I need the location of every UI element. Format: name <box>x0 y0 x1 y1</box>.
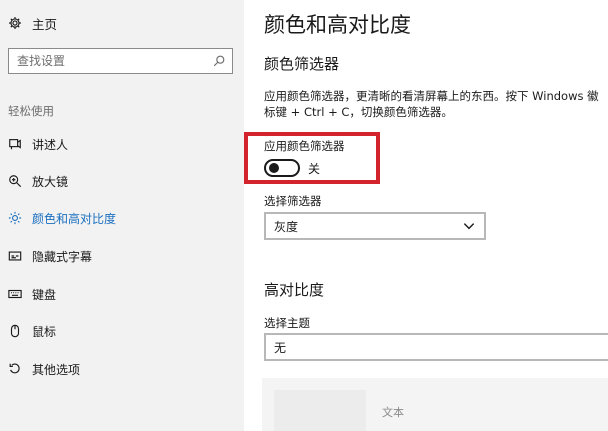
high-contrast-heading: 高对比度 <box>264 281 325 299</box>
search-icon[interactable] <box>212 54 226 68</box>
color-filter-toggle-row: 关 <box>264 159 320 177</box>
other-options-icon <box>8 362 22 376</box>
filter-select-value: 灰度 <box>274 219 299 234</box>
section-label: 轻松使用 <box>8 104 54 118</box>
search-box[interactable] <box>8 48 233 74</box>
sidebar-item-magnifier[interactable]: 放大镜 <box>8 170 68 192</box>
page-title: 颜色和高对比度 <box>264 13 411 37</box>
sidebar-item-label: 颜色和高对比度 <box>32 211 117 226</box>
select-theme-label: 选择主题 <box>264 316 310 330</box>
magnifier-icon <box>8 174 22 188</box>
closed-captions-icon <box>8 249 22 263</box>
sidebar: 主页 轻松使用 讲述人 <box>0 0 244 431</box>
filter-select[interactable]: 灰度 <box>264 212 486 240</box>
sidebar-item-closed-captions[interactable]: 隐藏式字幕 <box>8 245 92 267</box>
preview-swatch <box>274 390 366 431</box>
home-nav-item[interactable]: 主页 <box>8 12 57 34</box>
mouse-icon <box>8 324 22 338</box>
sidebar-item-narrator[interactable]: 讲述人 <box>8 133 68 155</box>
preview-text: 文本 <box>382 406 404 419</box>
description-line: 应用颜色筛选器，更清晰的看清屏幕上的东西。按下 Windows 徽 <box>264 89 599 103</box>
color-filter-toggle[interactable] <box>264 159 300 177</box>
toggle-state-text: 关 <box>308 161 321 176</box>
theme-preview: 文本 <box>262 378 608 431</box>
toggle-knob <box>269 163 279 173</box>
sidebar-item-color-contrast[interactable]: 颜色和高对比度 <box>8 207 116 229</box>
sidebar-item-label: 讲述人 <box>32 137 69 152</box>
color-filter-heading: 颜色筛选器 <box>264 55 340 73</box>
sidebar-item-label: 键盘 <box>32 287 57 302</box>
description-line: 标键 + Ctrl + C，切换颜色筛选器。 <box>264 105 453 119</box>
search-input[interactable] <box>17 54 197 68</box>
sidebar-item-label: 鼠标 <box>32 324 57 339</box>
color-filter-toggle-label: 应用颜色筛选器 <box>264 139 345 153</box>
sidebar-item-mouse[interactable]: 鼠标 <box>8 320 56 342</box>
theme-select[interactable]: 无 <box>264 333 608 361</box>
home-label: 主页 <box>32 16 58 32</box>
sidebar-item-label: 放大镜 <box>32 174 69 189</box>
color-brightness-icon <box>8 211 22 225</box>
color-filter-description: 应用颜色筛选器，更清晰的看清屏幕上的东西。按下 Windows 徽 标键 + C… <box>264 88 608 120</box>
chevron-down-icon <box>462 219 476 233</box>
keyboard-icon <box>8 287 22 301</box>
sidebar-item-other-options[interactable]: 其他选项 <box>8 358 80 380</box>
sidebar-item-label: 隐藏式字幕 <box>32 249 93 264</box>
sidebar-item-keyboard[interactable]: 键盘 <box>8 283 56 305</box>
main-content: 颜色和高对比度 颜色筛选器 应用颜色筛选器，更清晰的看清屏幕上的东西。按下 Wi… <box>244 0 608 431</box>
theme-select-value: 无 <box>274 340 287 355</box>
select-filter-label: 选择筛选器 <box>264 194 322 208</box>
gear-icon <box>8 16 22 30</box>
sidebar-item-label: 其他选项 <box>32 362 81 377</box>
narrator-icon <box>8 137 22 151</box>
settings-window: 主页 轻松使用 讲述人 <box>0 0 608 431</box>
